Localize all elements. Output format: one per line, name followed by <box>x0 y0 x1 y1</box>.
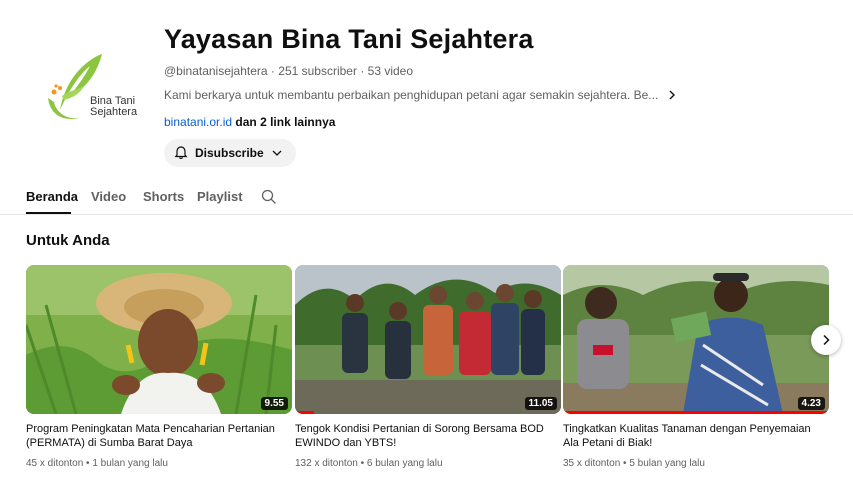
next-arrow-icon <box>823 334 830 346</box>
channel-avatar[interactable]: Bina Tani Sejahtera <box>40 40 146 140</box>
view-count: 132 x ditonton <box>295 458 358 469</box>
meta-separator: · <box>356 64 368 78</box>
thumbnail-image <box>26 265 292 414</box>
tab-video[interactable]: Video <box>91 189 126 204</box>
video-count: 53 video <box>367 64 414 78</box>
svg-text:Sejahtera: Sejahtera <box>90 106 138 118</box>
thumbnail-image <box>295 265 561 414</box>
channel-links: binatani.or.id dan 2 link lainnya <box>164 115 335 129</box>
subscriber-count: 251 subscriber <box>278 64 357 78</box>
more-links-button[interactable]: dan 2 link lainnya <box>235 115 335 129</box>
video-meta: 132 x ditonton • 6 bulan yang lalu <box>295 458 561 469</box>
tab-shorts[interactable]: Shorts <box>143 189 184 204</box>
carousel-next-button[interactable] <box>811 325 841 355</box>
video-thumbnail[interactable]: 11.05 <box>295 265 561 414</box>
tab-beranda[interactable]: Beranda <box>26 189 78 204</box>
watch-progress-bar <box>563 411 829 414</box>
video-meta: 45 x ditonton • 1 bulan yang lalu <box>26 458 292 469</box>
chevron-right-icon <box>669 90 676 100</box>
view-count: 45 x ditonton <box>26 458 84 469</box>
chevron-down-icon <box>272 150 282 156</box>
video-card[interactable]: 4.23 Tingkatkan Kualitas Tanaman dengan … <box>563 265 829 469</box>
video-meta: 35 x ditonton • 5 bulan yang lalu <box>563 458 829 469</box>
video-duration: 11.05 <box>524 397 557 410</box>
description-text: Kami berkarya untuk membantu perbaikan p… <box>164 88 659 102</box>
meta-dot: • <box>357 458 367 469</box>
meta-dot: • <box>83 458 93 469</box>
upload-age: 6 bulan yang lalu <box>366 458 443 469</box>
video-thumbnail[interactable]: 4.23 <box>563 265 829 414</box>
subscribed-label: Disubscribe <box>195 146 264 160</box>
upload-age: 5 bulan yang lalu <box>629 458 705 469</box>
view-count: 35 x ditonton <box>563 458 621 469</box>
section-title: Untuk Anda <box>26 232 110 249</box>
tab-playlist[interactable]: Playlist <box>197 189 243 204</box>
meta-separator: · <box>267 64 279 78</box>
video-thumbnail[interactable]: 9.55 <box>26 265 292 414</box>
video-title[interactable]: Tengok Kondisi Pertanian di Sorong Bersa… <box>295 422 550 450</box>
channel-logo: Bina Tani Sejahtera <box>48 54 138 120</box>
channel-website-link[interactable]: binatani.or.id <box>164 115 232 129</box>
watch-progress-bar <box>295 411 314 414</box>
channel-title: Yayasan Bina Tani Sejahtera <box>164 24 534 54</box>
subscribed-button[interactable]: Disubscribe <box>164 139 296 167</box>
search-icon[interactable] <box>261 189 277 205</box>
video-card[interactable]: 11.05 Tengok Kondisi Pertanian di Sorong… <box>295 265 561 469</box>
meta-dot: • <box>620 458 630 469</box>
bell-icon <box>174 146 188 159</box>
channel-handle: @binatanisejahtera <box>164 64 268 78</box>
active-tab-indicator <box>26 212 71 214</box>
video-duration: 9.55 <box>260 397 288 410</box>
channel-meta: @binatanisejahtera · 251 subscriber · 53… <box>164 64 413 78</box>
video-card[interactable]: 9.55 Program Peningkatan Mata Pencaharia… <box>26 265 292 469</box>
video-title[interactable]: Program Peningkatan Mata Pencaharian Per… <box>26 422 281 450</box>
thumbnail-image <box>563 265 829 414</box>
channel-header: Bina Tani Sejahtera Yayasan Bina Tani Se… <box>0 0 853 180</box>
upload-age: 1 bulan yang lalu <box>92 458 168 469</box>
video-duration: 4.23 <box>797 397 825 410</box>
channel-tabs: Beranda Video Shorts Playlist <box>0 180 853 215</box>
video-title[interactable]: Tingkatkan Kualitas Tanaman dengan Penye… <box>563 422 818 450</box>
channel-description[interactable]: Kami berkarya untuk membantu perbaikan p… <box>164 88 678 102</box>
